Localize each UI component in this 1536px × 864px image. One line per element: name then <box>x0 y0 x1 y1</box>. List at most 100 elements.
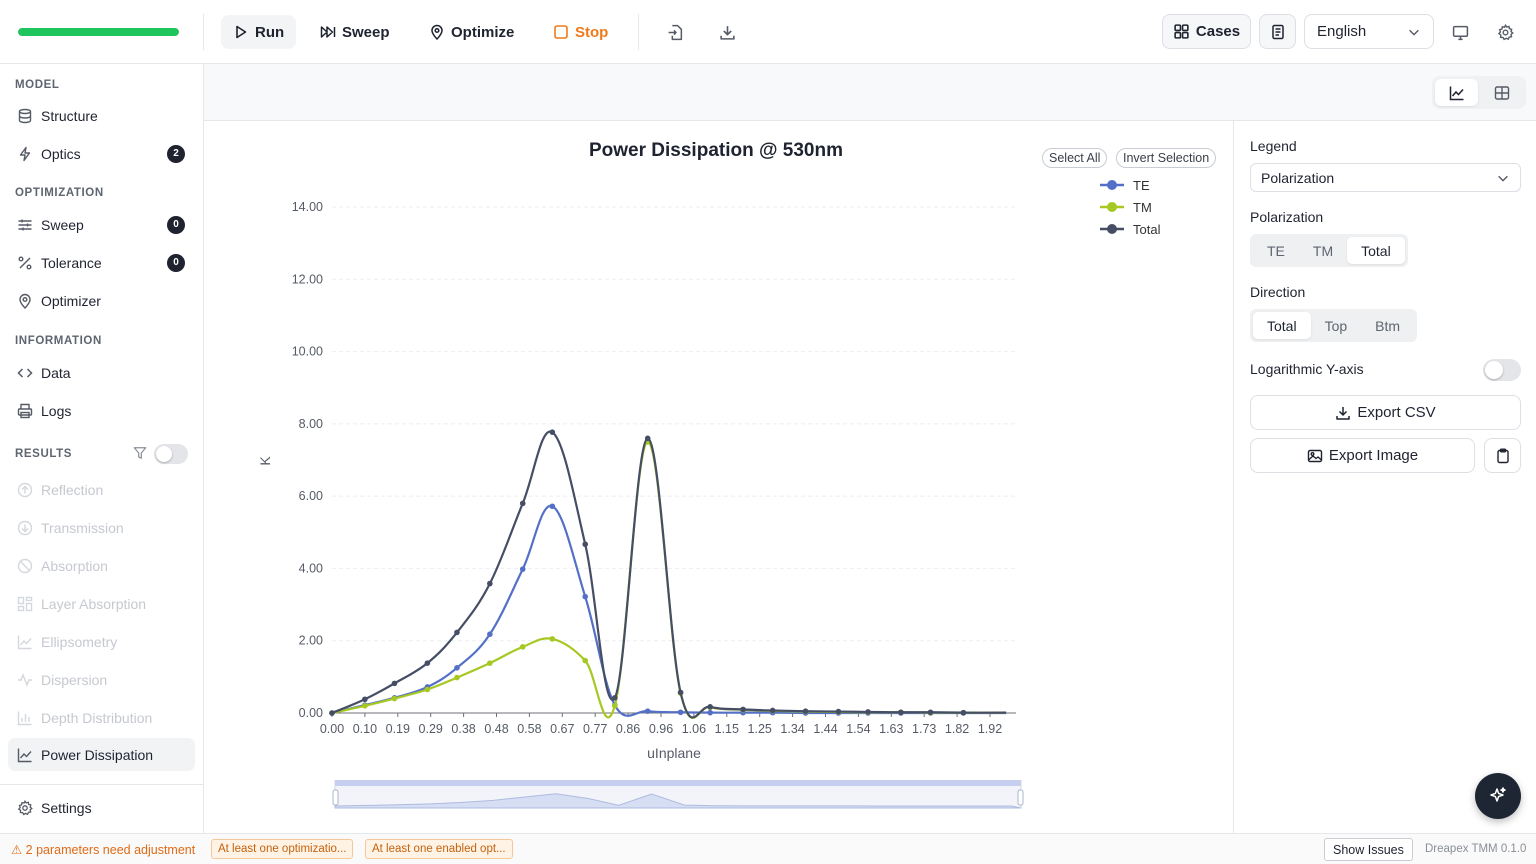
copy-clipboard-button[interactable] <box>1484 438 1521 473</box>
legend-label-total: Total <box>1133 222 1161 237</box>
direction-option-btm[interactable]: Btm <box>1361 312 1414 339</box>
data-point-tm <box>519 644 526 650</box>
monitor-icon <box>1452 25 1468 40</box>
issue-chip[interactable]: At least one optimizatio... <box>211 839 354 859</box>
sweep-button[interactable]: Sweep <box>308 15 402 49</box>
export-image-button[interactable]: Export Image <box>1250 438 1475 473</box>
section-title-results: RESULTS <box>15 448 73 460</box>
sidebar-item-transmission[interactable]: Transmission <box>8 511 195 544</box>
sidebar-item-label: Layer Absorption <box>41 595 147 612</box>
sidebar-item-sweep[interactable]: Sweep 0 <box>8 208 195 241</box>
x-tick-label: 1.34 <box>780 722 804 736</box>
chevron-down-icon <box>1409 29 1419 36</box>
sidebar-item-layer-absorption[interactable]: Layer Absorption <box>8 587 195 620</box>
table-icon <box>1494 85 1509 100</box>
table-view-button[interactable] <box>1480 79 1523 106</box>
data-point-total <box>927 709 934 716</box>
import-button[interactable] <box>661 18 689 46</box>
cases-button[interactable]: Cases <box>1162 14 1251 49</box>
sidebar-item-reflection[interactable]: Reflection <box>8 473 195 506</box>
warning-message[interactable]: ⚠ 2 parameters need adjustment <box>11 842 195 857</box>
x-tick-label: 0.58 <box>517 722 541 736</box>
direction-option-total[interactable]: Total <box>1253 312 1311 339</box>
polarization-option-total[interactable]: Total <box>1347 237 1405 264</box>
sidebar-item-label: Depth Distribution <box>41 709 153 726</box>
ai-assistant-button[interactable] <box>1475 773 1521 819</box>
chevron-down-icon <box>1498 175 1508 182</box>
legend-select[interactable]: Polarization <box>1250 163 1521 192</box>
sidebar-item-label: Ellipsometry <box>41 633 118 650</box>
gear-icon <box>1497 23 1514 40</box>
x-tick-label: 1.82 <box>945 722 969 736</box>
data-point-total <box>802 708 809 714</box>
sidebar-item-structure[interactable]: Structure <box>8 99 195 132</box>
sidebar-item-label: Absorption <box>41 557 108 574</box>
optimize-button[interactable]: Optimize <box>417 15 526 49</box>
sidebar-item-ellipsometry[interactable]: Ellipsometry <box>8 625 195 658</box>
notes-button[interactable] <box>1259 14 1296 49</box>
sidebar-item-data[interactable]: Data <box>8 356 195 389</box>
x-tick-label: 0.67 <box>550 722 574 736</box>
sidebar-item-label: Optimizer <box>41 292 101 309</box>
data-point-total <box>454 629 460 636</box>
activity-icon <box>18 672 32 687</box>
polarization-option-te[interactable]: TE <box>1253 237 1299 264</box>
display-button[interactable] <box>1446 18 1474 46</box>
log-axis-toggle[interactable] <box>1483 359 1521 381</box>
data-point-te <box>644 708 651 714</box>
sidebar-item-absorption[interactable]: Absorption <box>8 549 195 582</box>
sidebar-item-power-dissipation[interactable]: Power Dissipation <box>8 738 195 771</box>
run-label: Run <box>255 23 285 41</box>
sidebar-item-optics[interactable]: Optics 2 <box>8 137 195 170</box>
data-point-total <box>391 680 398 687</box>
sidebar-item-depth-distribution[interactable]: Depth Distribution <box>8 701 195 734</box>
toggle-knob <box>156 446 172 462</box>
map-pin-icon <box>431 24 443 40</box>
data-point-total <box>677 689 684 696</box>
data-point-total <box>549 429 556 435</box>
y-tick-label: 10.00 <box>292 345 323 359</box>
download-button[interactable] <box>713 18 741 46</box>
sidebar-item-tolerance[interactable]: Tolerance 0 <box>8 246 195 279</box>
export-csv-button[interactable]: Export CSV <box>1250 395 1521 430</box>
sidebar-item-label: Sweep <box>41 216 84 233</box>
grid-icon <box>1174 24 1189 39</box>
filter-icon[interactable] <box>133 446 147 460</box>
zoom-slider-bar <box>335 780 1021 786</box>
data-point-te <box>582 593 589 600</box>
data-point-total <box>362 696 368 703</box>
run-button[interactable]: Run <box>221 15 297 49</box>
power-dissipation-chart[interactable]: 0.00 2.00 4.00 6.00 8.00 10.00 12.00 14.00 0.00 0… <box>204 121 1233 833</box>
language-select[interactable]: English <box>1304 14 1434 49</box>
direction-option-top[interactable]: Top <box>1311 312 1362 339</box>
stop-button[interactable]: Stop <box>541 15 620 49</box>
data-point-total <box>582 541 589 548</box>
layout-grid-icon <box>17 596 33 611</box>
sidebar-divider <box>0 784 203 785</box>
issue-chip[interactable]: At least one enabled opt... <box>365 839 513 859</box>
sidebar-item-label: Dispersion <box>41 671 108 688</box>
download-icon <box>1336 406 1351 420</box>
data-point-tm <box>582 657 589 664</box>
sparkle-icon <box>1490 787 1506 802</box>
y-tick-label: 0.00 <box>299 706 323 720</box>
sidebar-item-optimizer[interactable]: Optimizer <box>8 284 195 317</box>
legend-label-te: TE <box>1133 178 1150 193</box>
show-issues-button[interactable]: Show Issues <box>1324 838 1413 861</box>
chart-pane: Power Dissipation @ 530nm Select All Inv… <box>204 121 1233 833</box>
sidebar-item-logs[interactable]: Logs <box>8 394 195 427</box>
sliders-icon <box>18 219 32 230</box>
x-tick-label: 0.29 <box>419 722 443 736</box>
x-tick-label: 0.96 <box>649 722 673 736</box>
top-toolbar: Run Sweep Optimize Stop Cases English <box>0 0 1536 64</box>
results-filter-toggle[interactable] <box>154 444 188 464</box>
sidebar-item-dispersion[interactable]: Dispersion <box>8 663 195 696</box>
lightning-icon <box>19 146 31 161</box>
chart-view-button[interactable] <box>1435 79 1478 106</box>
settings-gear-button[interactable] <box>1491 18 1519 46</box>
sidebar-item-settings[interactable]: Settings <box>8 791 195 824</box>
arrow-up-circle-icon <box>17 482 33 497</box>
sidebar-item-label: Transmission <box>41 519 124 536</box>
polarization-option-tm[interactable]: TM <box>1299 237 1347 264</box>
clipboard-icon <box>1496 448 1509 463</box>
